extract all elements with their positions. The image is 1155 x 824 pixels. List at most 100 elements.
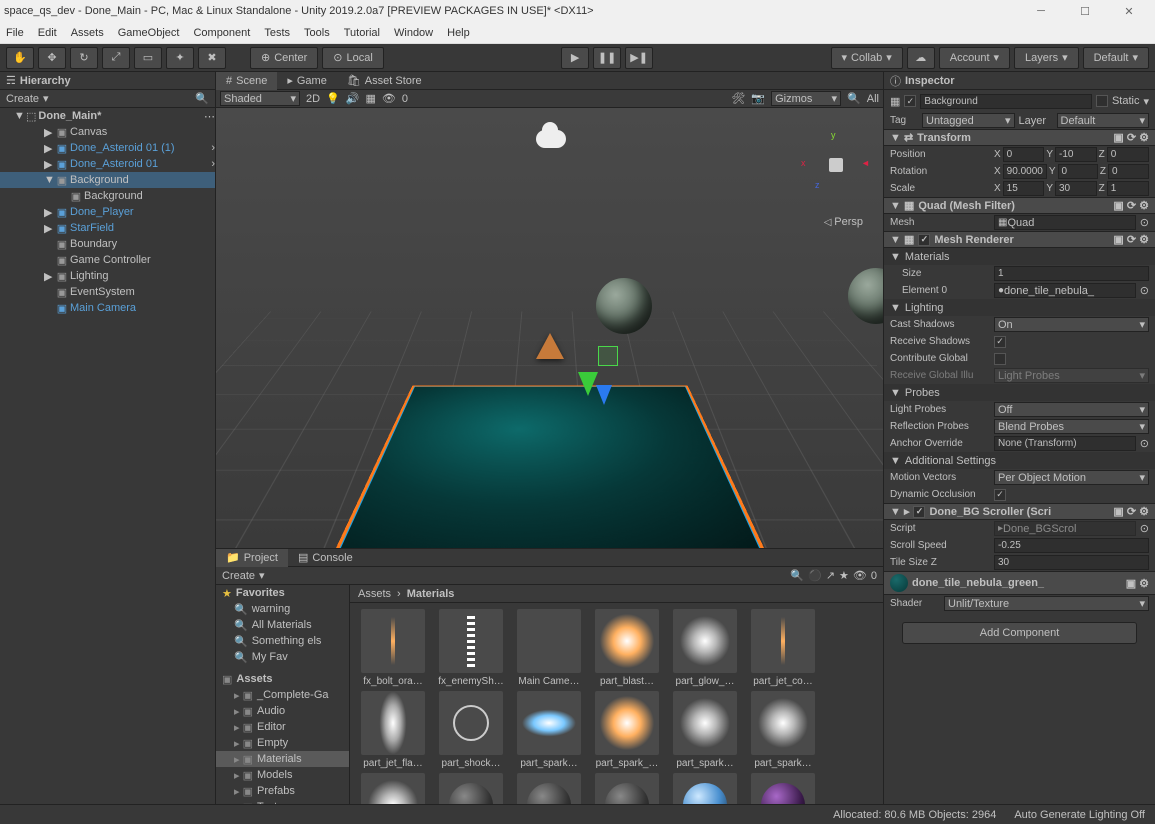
hierarchy-item[interactable]: ▶▣Done_Player <box>0 204 215 220</box>
gizmo-y-arrow[interactable] <box>578 372 598 396</box>
asset-item[interactable]: prop_astero… <box>512 773 586 804</box>
handle-toggle[interactable]: ⊙Local <box>322 47 384 69</box>
layer-dropdown[interactable]: Default▾ <box>1057 113 1150 128</box>
contribute-gi[interactable] <box>994 353 1006 365</box>
menu-tests[interactable]: Tests <box>264 27 290 39</box>
2d-toggle[interactable]: 2D <box>306 93 320 105</box>
tools-icon[interactable]: 🛠 <box>731 92 745 105</box>
refl-probes[interactable]: Blend Probes▾ <box>994 419 1149 434</box>
scene-viewport[interactable]: ◄ x y z ◁ Persp <box>216 108 883 548</box>
asset-item[interactable]: part_shock… <box>434 691 508 769</box>
menu-window[interactable]: Window <box>394 27 433 39</box>
dyn-occlusion[interactable]: ✓ <box>994 489 1006 501</box>
tag-dropdown[interactable]: Untagged▾ <box>922 113 1015 128</box>
collab-dropdown[interactable]: ▾Collab▾ <box>831 47 903 69</box>
expand-icon[interactable]: ▼ <box>14 110 24 122</box>
rot-x[interactable]: 90.0000 <box>1003 164 1047 179</box>
asset-item[interactable]: fx_bolt_ora… <box>356 609 430 687</box>
mesh-renderer-header[interactable]: ▼ ▦ ✓ Mesh Renderer▣ ⟳ ⚙ <box>884 231 1155 248</box>
menu-tutorial[interactable]: Tutorial <box>344 27 380 39</box>
step-button[interactable]: ▶❚ <box>625 47 653 69</box>
asset-item[interactable]: part_blast… <box>590 609 664 687</box>
layout-dropdown[interactable]: Default▾ <box>1083 47 1149 69</box>
cast-shadows[interactable]: On▾ <box>994 317 1149 332</box>
tab-project[interactable]: 📁Project <box>216 549 288 567</box>
hierarchy-item[interactable]: ▶▣Done_Asteroid 01› <box>0 156 215 172</box>
close-button[interactable]: ✕ <box>1107 0 1151 22</box>
static-checkbox[interactable] <box>1096 95 1108 107</box>
hierarchy-item[interactable]: ▶▣Canvas <box>0 124 215 140</box>
asset-item[interactable]: part_spark… <box>512 691 586 769</box>
menu-tools[interactable]: Tools <box>304 27 330 39</box>
pause-button[interactable]: ❚❚ <box>593 47 621 69</box>
scl-x[interactable]: 15 <box>1003 181 1045 196</box>
breadcrumb-assets[interactable]: Assets <box>358 588 391 600</box>
anchor-override[interactable]: None (Transform) <box>994 436 1136 451</box>
script-header[interactable]: ▼ ▸ ✓ Done_BG Scroller (Scri▣ ⟳ ⚙ <box>884 503 1155 520</box>
camera-icon[interactable]: 📷 <box>751 92 765 105</box>
hierarchy-item[interactable]: ▣Main Camera <box>0 300 215 316</box>
assets-header[interactable]: ▣Assets <box>216 671 349 687</box>
folder-item[interactable]: ▸ ▣Prefabs <box>216 783 349 799</box>
folder-item[interactable]: ▸ ▣Models <box>216 767 349 783</box>
light-probes[interactable]: Off▾ <box>994 402 1149 417</box>
gizmos-dropdown[interactable]: Gizmos▾ <box>771 91 841 106</box>
move-tool[interactable]: ✥ <box>38 47 66 69</box>
asset-item[interactable]: part_spark… <box>746 691 820 769</box>
hidden-toggle[interactable]: 👁 <box>382 92 396 105</box>
folder-item[interactable]: ▸ ▣Audio <box>216 703 349 719</box>
hierarchy-item[interactable]: ▶▣StarField <box>0 220 215 236</box>
project-search-icon[interactable]: 🔍 <box>790 569 804 582</box>
hierarchy-item[interactable]: ▶▣Lighting <box>0 268 215 284</box>
pos-y[interactable]: -10 <box>1055 147 1097 162</box>
hierarchy-item[interactable]: ▼▣Background <box>0 172 215 188</box>
orientation-gizmo[interactable]: ◄ x y z <box>801 130 871 200</box>
fx-toggle[interactable]: ▦ <box>365 92 375 105</box>
hierarchy-item[interactable]: ▣Boundary <box>0 236 215 252</box>
mat-size[interactable]: 1 <box>994 266 1149 281</box>
active-checkbox[interactable]: ✓ <box>904 95 916 107</box>
favorite-item[interactable]: 🔍My Fav <box>216 649 349 665</box>
rot-z[interactable]: 0 <box>1108 164 1149 179</box>
folder-item[interactable]: ▸ ▣Editor <box>216 719 349 735</box>
tab-asset-store[interactable]: 🛍Asset Store <box>337 72 432 90</box>
asset-item[interactable]: part_glow_… <box>668 609 742 687</box>
lighting-toggle[interactable]: 💡 <box>326 92 340 105</box>
favorite-item[interactable]: 🔍All Materials <box>216 617 349 633</box>
cloud-button[interactable]: ☁ <box>907 47 935 69</box>
asset-item[interactable]: prop_astero… <box>434 773 508 804</box>
tab-console[interactable]: ▤Console <box>288 549 363 567</box>
audio-toggle[interactable]: 🔊 <box>346 92 360 105</box>
perspective-label[interactable]: ◁ Persp <box>824 216 863 228</box>
hand-tool[interactable]: ✋ <box>6 47 34 69</box>
folder-item[interactable]: ▸ ▣Materials <box>216 751 349 767</box>
shading-mode[interactable]: Shaded▾ <box>220 91 300 106</box>
rot-y[interactable]: 0 <box>1058 164 1098 179</box>
motion-vectors[interactable]: Per Object Motion▾ <box>994 470 1149 485</box>
asset-item[interactable]: part_spark… <box>668 691 742 769</box>
asset-item[interactable]: Main Came… <box>512 609 586 687</box>
asset-item[interactable]: part_jet_co… <box>746 609 820 687</box>
menu-help[interactable]: Help <box>447 27 470 39</box>
mat-elem0[interactable]: ● done_tile_nebula_ <box>994 283 1136 298</box>
mesh-filter-header[interactable]: ▼ ▦ Quad (Mesh Filter)▣ ⟳ ⚙ <box>884 197 1155 214</box>
scl-y[interactable]: 30 <box>1055 181 1097 196</box>
asset-item[interactable]: prop_astero… <box>590 773 664 804</box>
asset-item[interactable]: fx_enemySh… <box>434 609 508 687</box>
favorite-item[interactable]: 🔍Something els <box>216 633 349 649</box>
tab-game[interactable]: ▸Game <box>277 72 337 90</box>
scene-search-icon[interactable]: 🔍 <box>847 92 861 105</box>
scene-row[interactable]: ▼ ⬚ Done_Main* ⋯ <box>0 108 215 124</box>
hierarchy-item[interactable]: ▣Background <box>0 188 215 204</box>
play-button[interactable]: ▶ <box>561 47 589 69</box>
tab-scene[interactable]: #Scene <box>216 72 277 90</box>
rotate-tool[interactable]: ↻ <box>70 47 98 69</box>
menu-file[interactable]: File <box>6 27 24 39</box>
hierarchy-item[interactable]: ▶▣Done_Asteroid 01 (1)› <box>0 140 215 156</box>
layers-dropdown[interactable]: Layers▾ <box>1014 47 1079 69</box>
gizmo-z-arrow[interactable] <box>596 385 612 405</box>
transform-header[interactable]: ▼ ⇄ Transform▣ ⟳ ⚙ <box>884 129 1155 146</box>
pos-x[interactable]: 0 <box>1003 147 1045 162</box>
scl-z[interactable]: 1 <box>1107 181 1149 196</box>
shader-dropdown[interactable]: Unlit/Texture▾ <box>944 596 1149 611</box>
